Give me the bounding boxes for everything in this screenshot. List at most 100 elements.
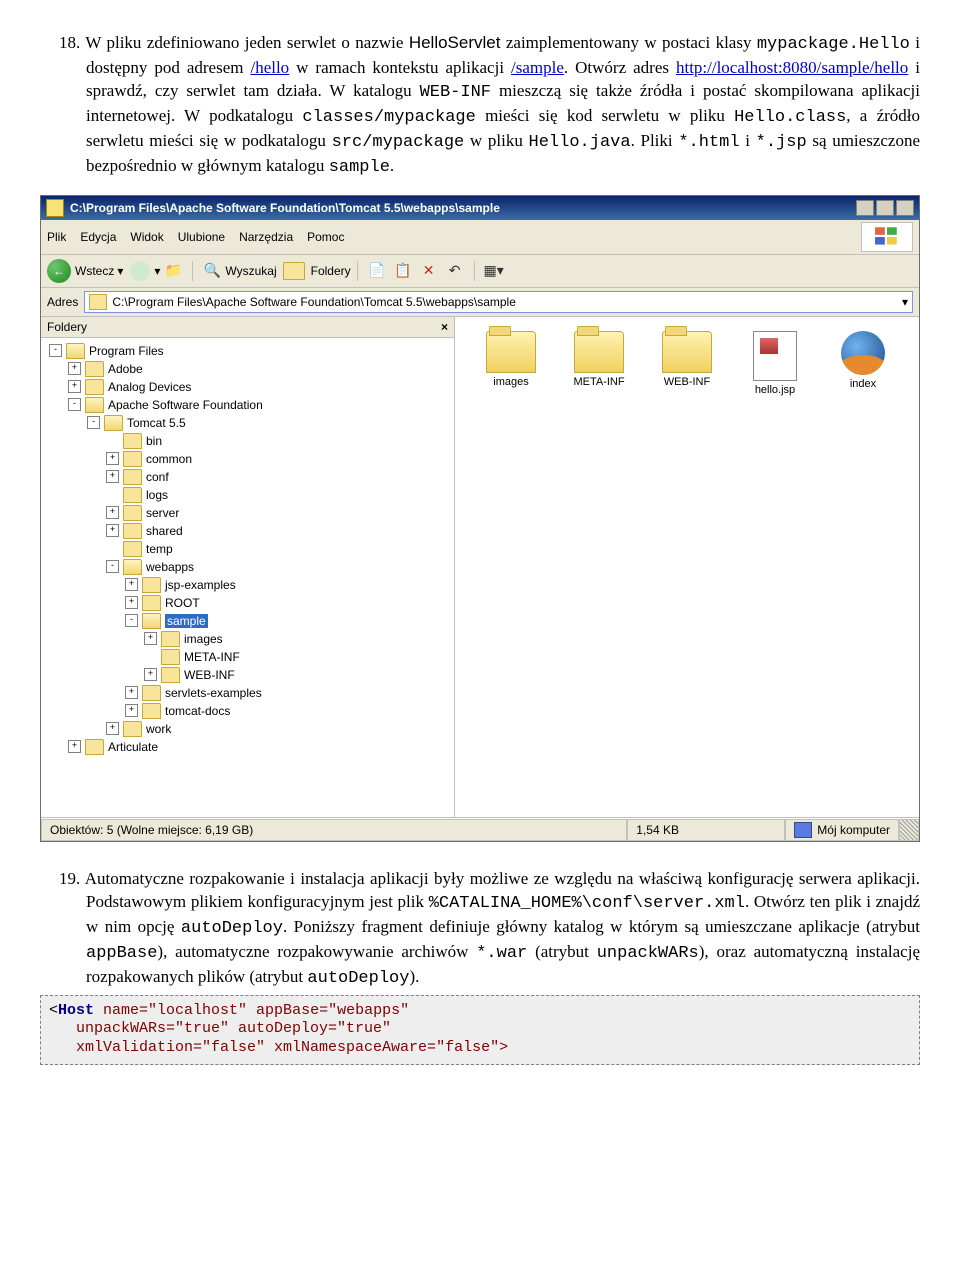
menu-fav[interactable]: Ulubione — [178, 230, 225, 244]
file-item[interactable]: hello.jsp — [739, 331, 811, 396]
tree-node[interactable]: +WEB-INF — [43, 666, 452, 684]
folders-icon[interactable] — [280, 261, 308, 281]
tree-node[interactable]: - webapps — [43, 558, 452, 576]
tree-node[interactable]: + servlets-examples — [43, 684, 452, 702]
expander-icon[interactable]: + — [68, 362, 81, 375]
tree-label: META-INF — [184, 650, 240, 664]
file-label: images — [475, 376, 547, 388]
tree-node[interactable]: -Program Files — [43, 342, 452, 360]
folder-icon — [142, 577, 161, 593]
expander-icon[interactable]: + — [125, 578, 138, 591]
copy-icon[interactable]: 📋 — [393, 261, 413, 281]
file-item[interactable]: WEB-INF — [651, 331, 723, 396]
status-bar: Obiektów: 5 (Wolne miejsce: 6,19 GB) 1,5… — [41, 818, 919, 841]
expander-icon[interactable]: - — [106, 560, 119, 573]
tree-node[interactable]: META-INF — [43, 648, 452, 666]
tree-node[interactable]: bin — [43, 432, 452, 450]
tree-node[interactable]: -sample — [43, 612, 452, 630]
menu-view[interactable]: Widok — [130, 230, 163, 244]
close-pane-button[interactable]: × — [441, 320, 448, 334]
tree-node[interactable]: +common — [43, 450, 452, 468]
tree-node[interactable]: -Tomcat 5.5 — [43, 414, 452, 432]
expander-icon[interactable]: + — [125, 686, 138, 699]
folder-icon — [89, 294, 107, 310]
file-item[interactable]: index — [827, 331, 899, 396]
tree-node[interactable]: +server — [43, 504, 452, 522]
tree-label: servlets-examples — [165, 686, 262, 700]
folder-icon — [123, 721, 142, 737]
tree-node[interactable]: temp — [43, 540, 452, 558]
search-icon[interactable]: 🔍 — [202, 261, 222, 281]
forward-button[interactable] — [130, 261, 150, 281]
tree-label: webapps — [146, 560, 194, 574]
expander-icon[interactable]: - — [68, 398, 81, 411]
jsp-file-icon — [753, 331, 797, 381]
expander-icon[interactable]: + — [144, 632, 157, 645]
expander-icon[interactable]: + — [125, 704, 138, 717]
titlebar[interactable]: C:\Program Files\Apache Software Foundat… — [41, 196, 919, 220]
tree-label: logs — [146, 488, 168, 502]
expander-icon[interactable]: + — [106, 452, 119, 465]
tree-node[interactable]: + Analog Devices — [43, 378, 452, 396]
paragraph-18: 18. W pliku zdefiniowano jeden serwlet o… — [86, 32, 920, 180]
computer-icon — [794, 822, 812, 838]
tree-node[interactable]: +Adobe — [43, 360, 452, 378]
expander-icon[interactable]: - — [87, 416, 100, 429]
back-button[interactable]: ← — [47, 259, 71, 283]
expander-icon[interactable]: + — [125, 596, 138, 609]
folder-tree[interactable]: -Program Files+Adobe+Analog Devices-Apac… — [41, 338, 454, 817]
tree-node[interactable]: -Apache Software Foundation — [43, 396, 452, 414]
expander-icon[interactable]: + — [68, 740, 81, 753]
delete-icon[interactable]: ✕ — [419, 261, 439, 281]
tree-label: temp — [146, 542, 173, 556]
tree-node[interactable]: + tomcat-docs — [43, 702, 452, 720]
tree-node[interactable]: +shared — [43, 522, 452, 540]
file-item[interactable]: META-INF — [563, 331, 635, 396]
window-title: C:\Program Files\Apache Software Foundat… — [70, 201, 500, 215]
up-icon[interactable]: 📁 — [163, 261, 183, 281]
tree-label: work — [146, 722, 171, 736]
tree-label: Articulate — [108, 740, 158, 754]
url-link[interactable]: http://localhost:8080/sample/hello — [676, 58, 908, 77]
content-pane[interactable]: images META-INFWEB-INFhello.jspindex — [455, 317, 919, 817]
resize-grip[interactable] — [899, 819, 919, 841]
expander-icon[interactable]: + — [106, 524, 119, 537]
tree-node[interactable]: + work — [43, 720, 452, 738]
tree-label: jsp-examples — [165, 578, 236, 592]
expander-icon[interactable]: + — [68, 380, 81, 393]
tree-node[interactable]: logs — [43, 486, 452, 504]
move-icon[interactable]: 📄 — [367, 261, 387, 281]
tree-node[interactable]: + jsp-examples — [43, 576, 452, 594]
tree-node[interactable]: + Articulate — [43, 738, 452, 756]
minimize-button[interactable] — [856, 200, 874, 216]
menu-help[interactable]: Pomoc — [307, 230, 344, 244]
maximize-button[interactable] — [876, 200, 894, 216]
expander-icon[interactable]: + — [106, 506, 119, 519]
expander-icon[interactable]: + — [106, 470, 119, 483]
code-block: <Host name="localhost" appBase="webapps"… — [40, 995, 920, 1065]
expander-icon[interactable]: - — [125, 614, 138, 627]
folder-icon — [161, 649, 180, 665]
views-icon[interactable]: ▦▾ — [484, 261, 504, 281]
menu-file[interactable]: Plik — [47, 230, 66, 244]
expander-icon[interactable]: + — [144, 668, 157, 681]
expander-icon[interactable]: + — [106, 722, 119, 735]
folder-icon — [85, 361, 104, 377]
address-field[interactable]: C:\Program Files\Apache Software Foundat… — [84, 291, 913, 313]
close-button[interactable] — [896, 200, 914, 216]
folder-icon — [142, 613, 161, 629]
menu-edit[interactable]: Edycja — [80, 230, 116, 244]
tree-label: tomcat-docs — [165, 704, 230, 718]
tree-node[interactable]: +images — [43, 630, 452, 648]
folder-icon — [46, 199, 64, 217]
file-item[interactable]: images — [475, 331, 547, 396]
undo-icon[interactable]: ↶ — [445, 261, 465, 281]
toolbar: ← Wstecz ▾ ▾ 📁 🔍 Wyszukaj Foldery 📄 📋 ✕ … — [41, 255, 919, 288]
tree-label: Analog Devices — [108, 380, 191, 394]
tree-node[interactable]: +conf — [43, 468, 452, 486]
menu-tools[interactable]: Narzędzia — [239, 230, 293, 244]
expander-icon[interactable]: - — [49, 344, 62, 357]
folder-icon — [123, 559, 142, 575]
tree-node[interactable]: +ROOT — [43, 594, 452, 612]
folder-icon — [161, 667, 180, 683]
